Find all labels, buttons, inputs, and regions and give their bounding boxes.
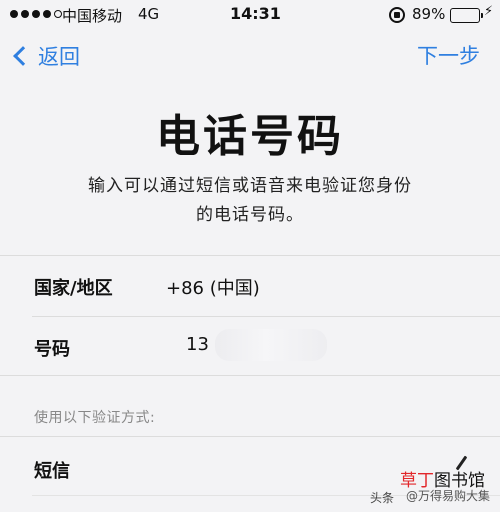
chevron-left-icon <box>13 46 33 66</box>
status-time: 14:31 <box>230 4 281 23</box>
description-line-1: 输入可以通过短信或语音来电验证您身份 <box>88 176 412 196</box>
phone-form: 国家/地区 +86 (中国) 号码 13 <box>0 255 500 376</box>
country-label: 国家/地区 <box>34 278 113 299</box>
phone-number-input[interactable]: 13 <box>186 334 209 355</box>
verification-method-header: 使用以下验证方式: <box>34 410 156 426</box>
sms-option[interactable]: 短信 <box>34 457 70 483</box>
battery-percent: 89% <box>412 5 446 23</box>
signal-strength-icon <box>10 10 62 18</box>
watermark-credit: @万得易购大集 <box>406 489 491 503</box>
page-description: 输入可以通过短信或语音来电验证您身份 的电话号码。 <box>0 172 500 230</box>
country-value: +86 (中国) <box>166 278 260 299</box>
country-row[interactable]: 国家/地区 +86 (中国) <box>0 256 500 316</box>
back-button[interactable]: 返回 <box>10 40 80 72</box>
rotation-lock-icon <box>389 7 405 23</box>
description-line-2: 的电话号码。 <box>196 205 304 225</box>
network-type: 4G <box>138 5 160 23</box>
back-label: 返回 <box>38 45 80 69</box>
battery-icon <box>450 8 483 23</box>
status-bar: 中国移动 4G 14:31 89% ⚡ <box>0 0 500 30</box>
number-label: 号码 <box>34 339 70 360</box>
watermark-prefix: 头条 <box>370 491 395 505</box>
charging-icon: ⚡ <box>484 4 494 19</box>
next-step-button[interactable]: 下一步 <box>417 40 480 72</box>
phone-number-redaction <box>215 329 327 361</box>
page-title: 电话号码 <box>156 111 344 162</box>
carrier-name: 中国移动 <box>62 7 123 25</box>
